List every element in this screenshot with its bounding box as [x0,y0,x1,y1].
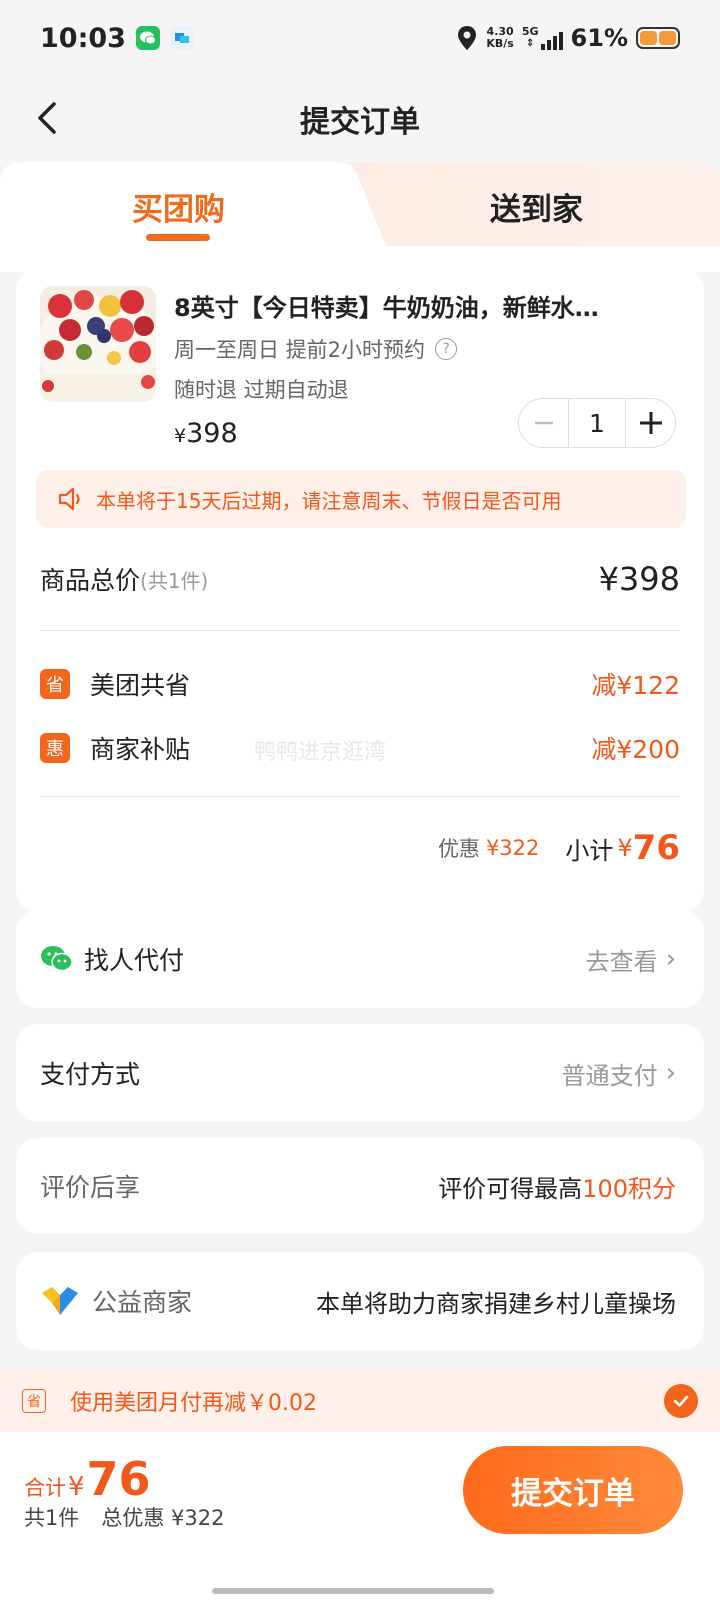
pay-by-friend-label: 找人代付 [84,946,185,975]
order-type-tabs: 买团购 送到家 [0,162,720,272]
chevron-left-icon [38,102,56,134]
subtotal-label: 小计 [565,836,614,865]
chevron-right-icon: › [665,944,676,974]
review-reward-card: 评价后享 评价可得最高100积分 [16,1138,704,1234]
charity-card: 公益商家 本单将助力商家捐建乡村儿童操场 [16,1252,704,1350]
order-total: 合计 ¥ 76 [24,1452,151,1506]
order-summary: 共1件 总优惠 ¥322 [24,1502,225,1532]
product-title[interactable]: 8英寸【今日特卖】牛奶奶油，新鲜水… [174,288,674,323]
tab-group-buy[interactable]: 买团购 [132,184,225,229]
product-price: ¥398 [174,418,238,449]
review-points: 100积分 [582,1174,676,1203]
quantity-stepper[interactable]: 1 [518,398,676,448]
tab-active-indicator [146,234,210,241]
wechat-notification-icon [135,26,160,50]
goods-total-row: 商品总价 (共1件) ¥398 [40,560,680,598]
discount-value: 减¥122 [591,671,680,700]
page-title: 提交订单 [300,105,420,140]
review-reward-label: 评价后享 [40,1173,141,1202]
question-icon[interactable]: ? [435,338,458,360]
goods-total-label: 商品总价 [40,566,141,595]
payment-method-card[interactable]: 支付方式 普通支付 › [16,1024,704,1122]
order-total-value: 76 [86,1452,151,1506]
item-count: 共1件 [24,1506,80,1530]
status-bar: 10:03 4.30 KB/s 5G ⇕ 61% [0,0,720,76]
subtotal-row: 优惠 ¥322 小计 ¥ 76 [40,828,680,868]
charity-text: 本单将助力商家捐建乡村儿童操场 [316,1289,676,1318]
product-schedule: 周一至周日 提前2小时预约 ? [174,334,458,364]
home-indicator[interactable] [212,1588,494,1594]
battery-percent: 61% [570,24,628,52]
location-icon [458,26,477,50]
signal-bars-icon [540,30,563,50]
payment-method-label: 支付方式 [40,1060,141,1089]
review-reward-text: 评价可得最高100积分 [438,1174,676,1203]
decrease-button[interactable] [519,398,569,448]
save-badge-icon: 省 [40,669,70,699]
network-speed: 4.30 KB/s [486,25,514,50]
tab-background [0,162,720,272]
app-notification-icon [169,26,194,50]
benefit-badge-icon: 惠 [40,733,70,763]
checkout-bar: 合计 ¥ 76 共1件 总优惠 ¥322 提交订单 [0,1432,720,1600]
divider [40,796,680,797]
increase-button[interactable] [625,398,675,448]
plus-icon [639,412,662,434]
charity-heart-icon [42,1287,78,1315]
checkmark-icon[interactable] [664,1384,698,1418]
discount-total-label: 优惠 [437,837,480,861]
chevron-right-icon: › [665,1058,676,1088]
pay-by-friend-card[interactable]: 找人代付 去查看 › [16,910,704,1008]
battery-icon [636,27,680,49]
signal-indicator: 5G ⇕ [522,26,563,50]
divider [40,630,680,631]
quantity-value[interactable]: 1 [569,409,625,438]
nav-bar: 提交订单 [0,88,720,150]
product-image[interactable] [40,286,156,402]
total-discount: 总优惠 ¥322 [101,1506,225,1530]
wechat-icon [41,946,73,972]
speaker-icon [58,487,80,511]
discount-row-meituan: 省 美团共省 减¥122 [40,666,680,702]
monthly-pay-text: 使用美团月付再减￥0.02 [70,1391,317,1416]
order-card: 8英寸【今日特卖】牛奶奶油，新鲜水… 周一至周日 提前2小时预约 ? 随时退 过… [16,268,704,912]
save-badge-icon: 省 [22,1389,46,1413]
minus-icon [534,421,553,425]
watermark: 鸭鸭进京逛湾 [254,740,387,765]
status-time: 10:03 [40,22,126,54]
subtotal-value: 76 [632,828,680,868]
pay-by-friend-action[interactable]: 去查看 › [586,942,676,977]
tab-delivery[interactable]: 送到家 [490,184,583,229]
goods-total-value: ¥398 [598,560,680,598]
payment-method-value[interactable]: 普通支付 › [562,1056,676,1091]
discount-label: 商家补贴 [90,735,191,764]
discount-value: 减¥200 [591,735,680,764]
goods-total-count: (共1件) [140,568,209,593]
product-refund-policy: 随时退 过期自动退 [174,378,349,402]
discount-label: 美团共省 [90,671,191,700]
back-button[interactable] [30,98,70,138]
charity-label: 公益商家 [92,1288,193,1317]
notice-text: 本单将于15天后过期，请注意周末、节假日是否可用 [96,488,562,513]
discount-total-value: ¥322 [485,836,540,860]
expiry-notice: 本单将于15天后过期，请注意周末、节假日是否可用 [36,470,686,528]
subtotal-currency: ¥ [617,834,633,862]
monthly-pay-option[interactable]: 省 使用美团月付再减￥0.02 [0,1370,720,1432]
submit-order-button[interactable]: 提交订单 [463,1446,683,1534]
